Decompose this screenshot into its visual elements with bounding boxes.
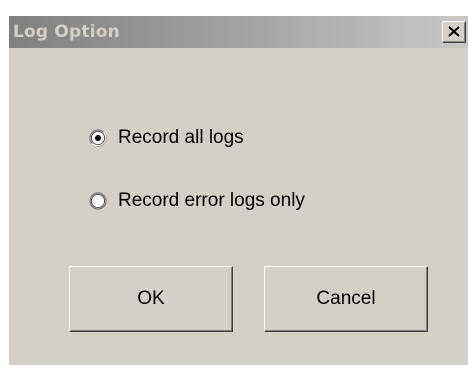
close-icon [448,26,460,37]
log-option-dialog: Log Option Record all logs Record error … [8,15,468,365]
cancel-button[interactable]: Cancel [264,266,428,332]
radio-unselected-icon[interactable] [89,192,107,210]
title-bar[interactable]: Log Option [9,16,468,48]
radio-label-record-error-logs-only: Record error logs only [118,190,305,211]
radio-label-record-all-logs: Record all logs [118,127,244,148]
close-button[interactable] [442,21,466,43]
radio-record-all-logs[interactable]: Record all logs [89,127,244,149]
radio-record-error-logs-only[interactable]: Record error logs only [89,190,305,212]
ok-button[interactable]: OK [69,266,233,332]
window-title: Log Option [13,22,120,42]
radio-selected-icon[interactable] [89,129,107,147]
